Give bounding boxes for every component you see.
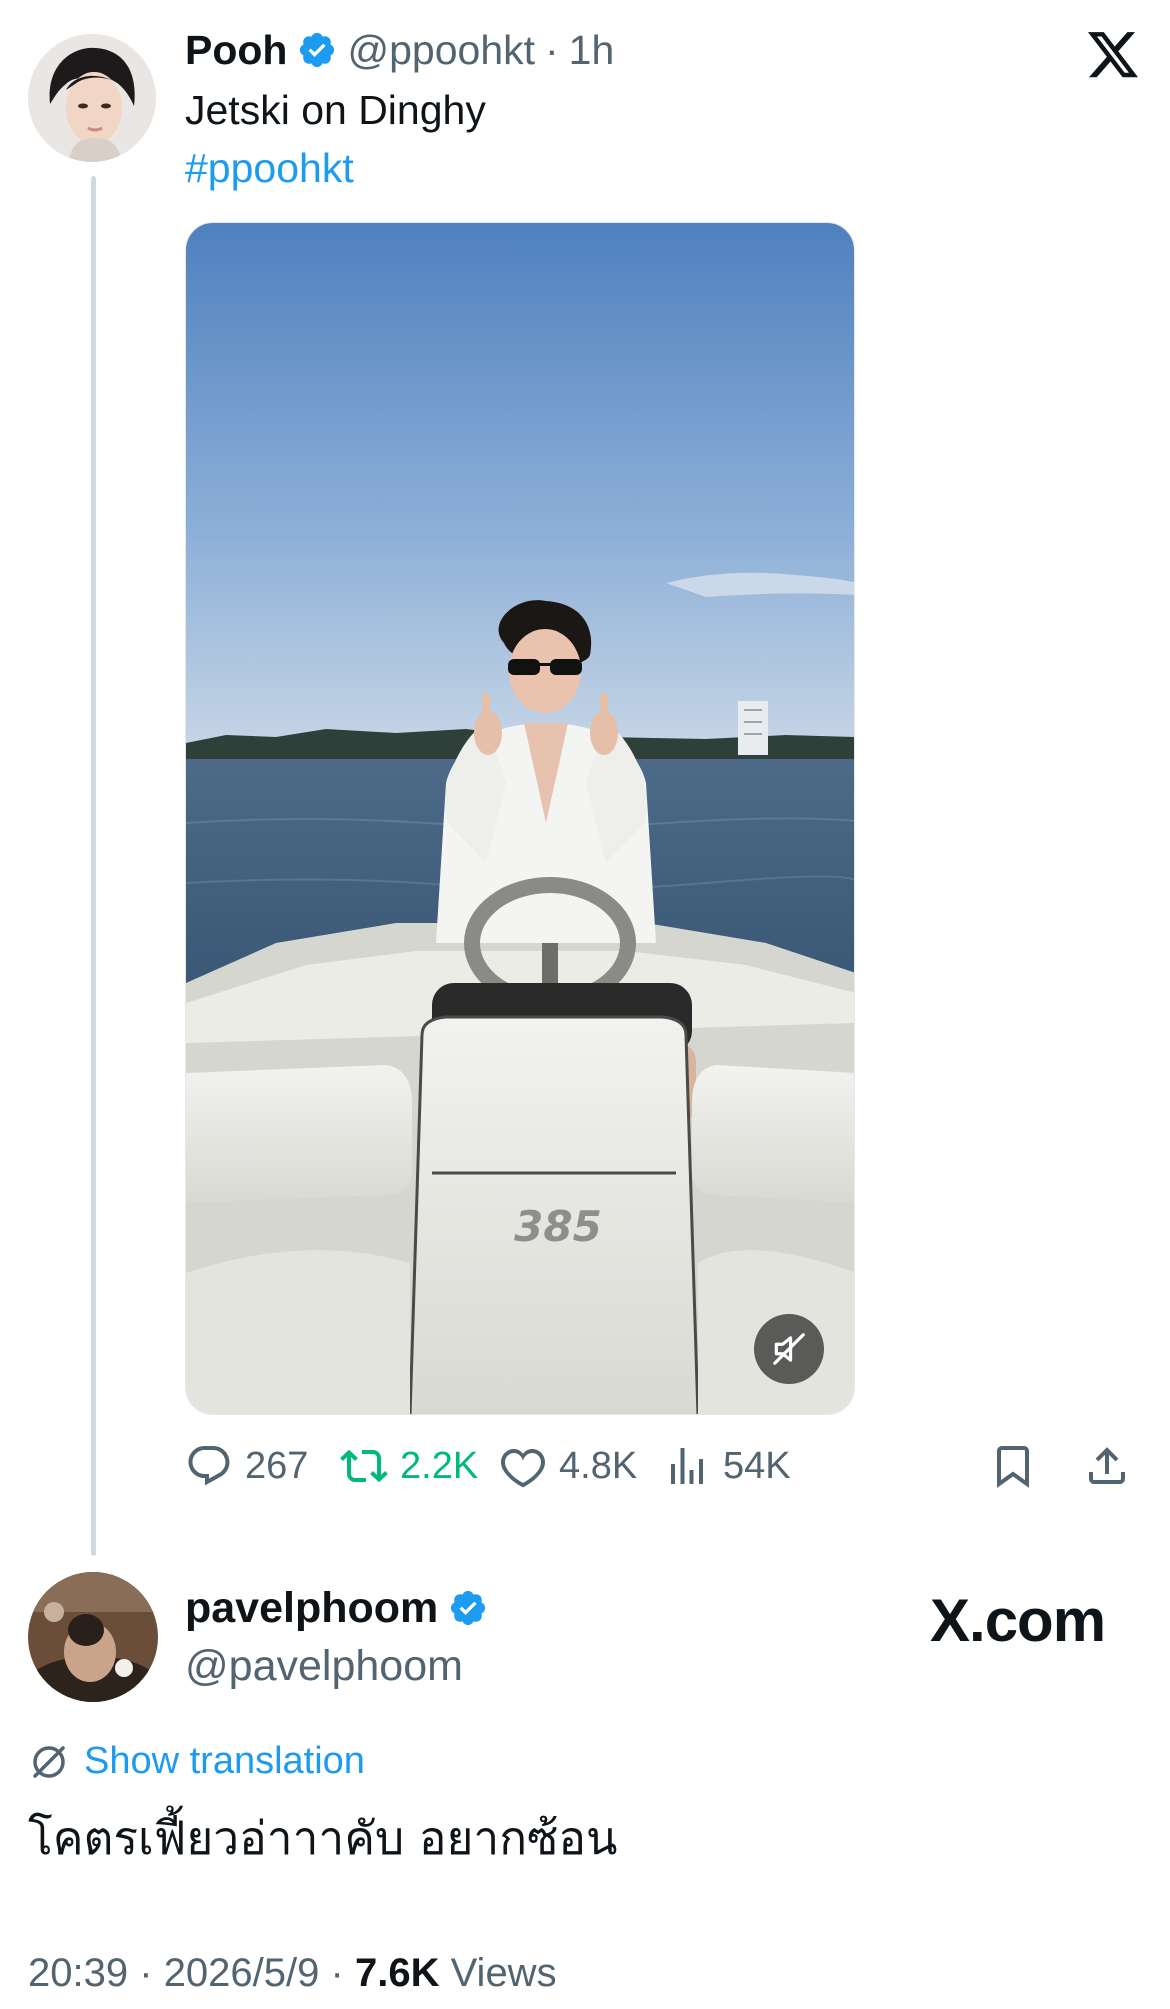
show-translation-label[interactable]: Show translation — [84, 1740, 365, 1783]
video-frame: 385 — [186, 223, 854, 1414]
separator-dot: · — [139, 1951, 153, 1995]
repost-button[interactable]: 2.2K — [340, 1436, 478, 1496]
boat-number: 385 — [514, 1202, 602, 1251]
reply-date[interactable]: 2026/5/9 — [164, 1951, 320, 1995]
verified-badge-icon — [451, 1590, 486, 1626]
post-action-bar: 267 2.2K 4.8K 54K — [185, 1436, 1145, 1496]
bookmark-icon — [997, 1446, 1029, 1488]
x-logo-icon — [1088, 32, 1138, 78]
reply-time[interactable]: 20:39 — [28, 1951, 128, 1995]
post-time[interactable]: 1h — [569, 26, 615, 74]
reply-avatar[interactable] — [28, 1572, 158, 1702]
reply-text: โคตรเฟี้ยวอ่าาาคับ อยากซ้อน — [28, 1811, 618, 1865]
reply-views-label: Views — [450, 1951, 557, 1995]
like-button[interactable]: 4.8K — [499, 1436, 637, 1496]
handle[interactable]: @ppoohkt — [347, 26, 535, 74]
post-header: Pooh @ppoohkt · 1h — [185, 26, 614, 74]
reply-header: pavelphoom @pavelphoom — [185, 1582, 488, 1692]
x-com-watermark: X.com — [930, 1587, 1106, 1654]
translate-icon — [33, 1745, 65, 1778]
separator-dot: · — [545, 27, 559, 73]
video-player[interactable]: 385 — [185, 222, 855, 1415]
repost-icon — [340, 1449, 388, 1483]
thread-connector-line — [91, 176, 96, 1556]
reply-handle[interactable]: @pavelphoom — [185, 1640, 488, 1692]
reply-button[interactable]: 267 — [185, 1436, 308, 1496]
mute-toggle-button[interactable] — [754, 1314, 824, 1384]
speaker-muted-icon — [773, 1333, 805, 1365]
views-button[interactable]: 54K — [663, 1436, 791, 1496]
reply-views-count: 7.6K — [354, 1951, 440, 1995]
post-text: Jetski on Dinghy — [185, 87, 486, 133]
avatar[interactable] — [28, 34, 156, 162]
like-count: 4.8K — [559, 1444, 638, 1487]
heart-icon — [501, 1448, 545, 1488]
display-name[interactable]: Pooh — [185, 26, 287, 74]
analytics-icon — [671, 1448, 703, 1484]
reply-display-name[interactable]: pavelphoom — [185, 1582, 438, 1634]
hashtag-link[interactable]: #ppoohkt — [185, 144, 354, 192]
separator-dot: · — [330, 1951, 344, 1995]
reply-count: 267 — [245, 1444, 309, 1487]
share-button[interactable] — [1083, 1436, 1131, 1496]
verified-badge-icon — [300, 32, 335, 68]
show-translation-link[interactable]: Show translation — [28, 1740, 365, 1783]
share-icon — [1089, 1447, 1125, 1484]
bookmark-button[interactable] — [989, 1436, 1037, 1496]
repost-count: 2.2K — [400, 1444, 479, 1487]
reply-meta: 20:39 · 2026/5/9 · 7.6K Views — [28, 1948, 557, 1998]
views-count: 54K — [723, 1444, 791, 1487]
reply-icon — [188, 1446, 230, 1486]
